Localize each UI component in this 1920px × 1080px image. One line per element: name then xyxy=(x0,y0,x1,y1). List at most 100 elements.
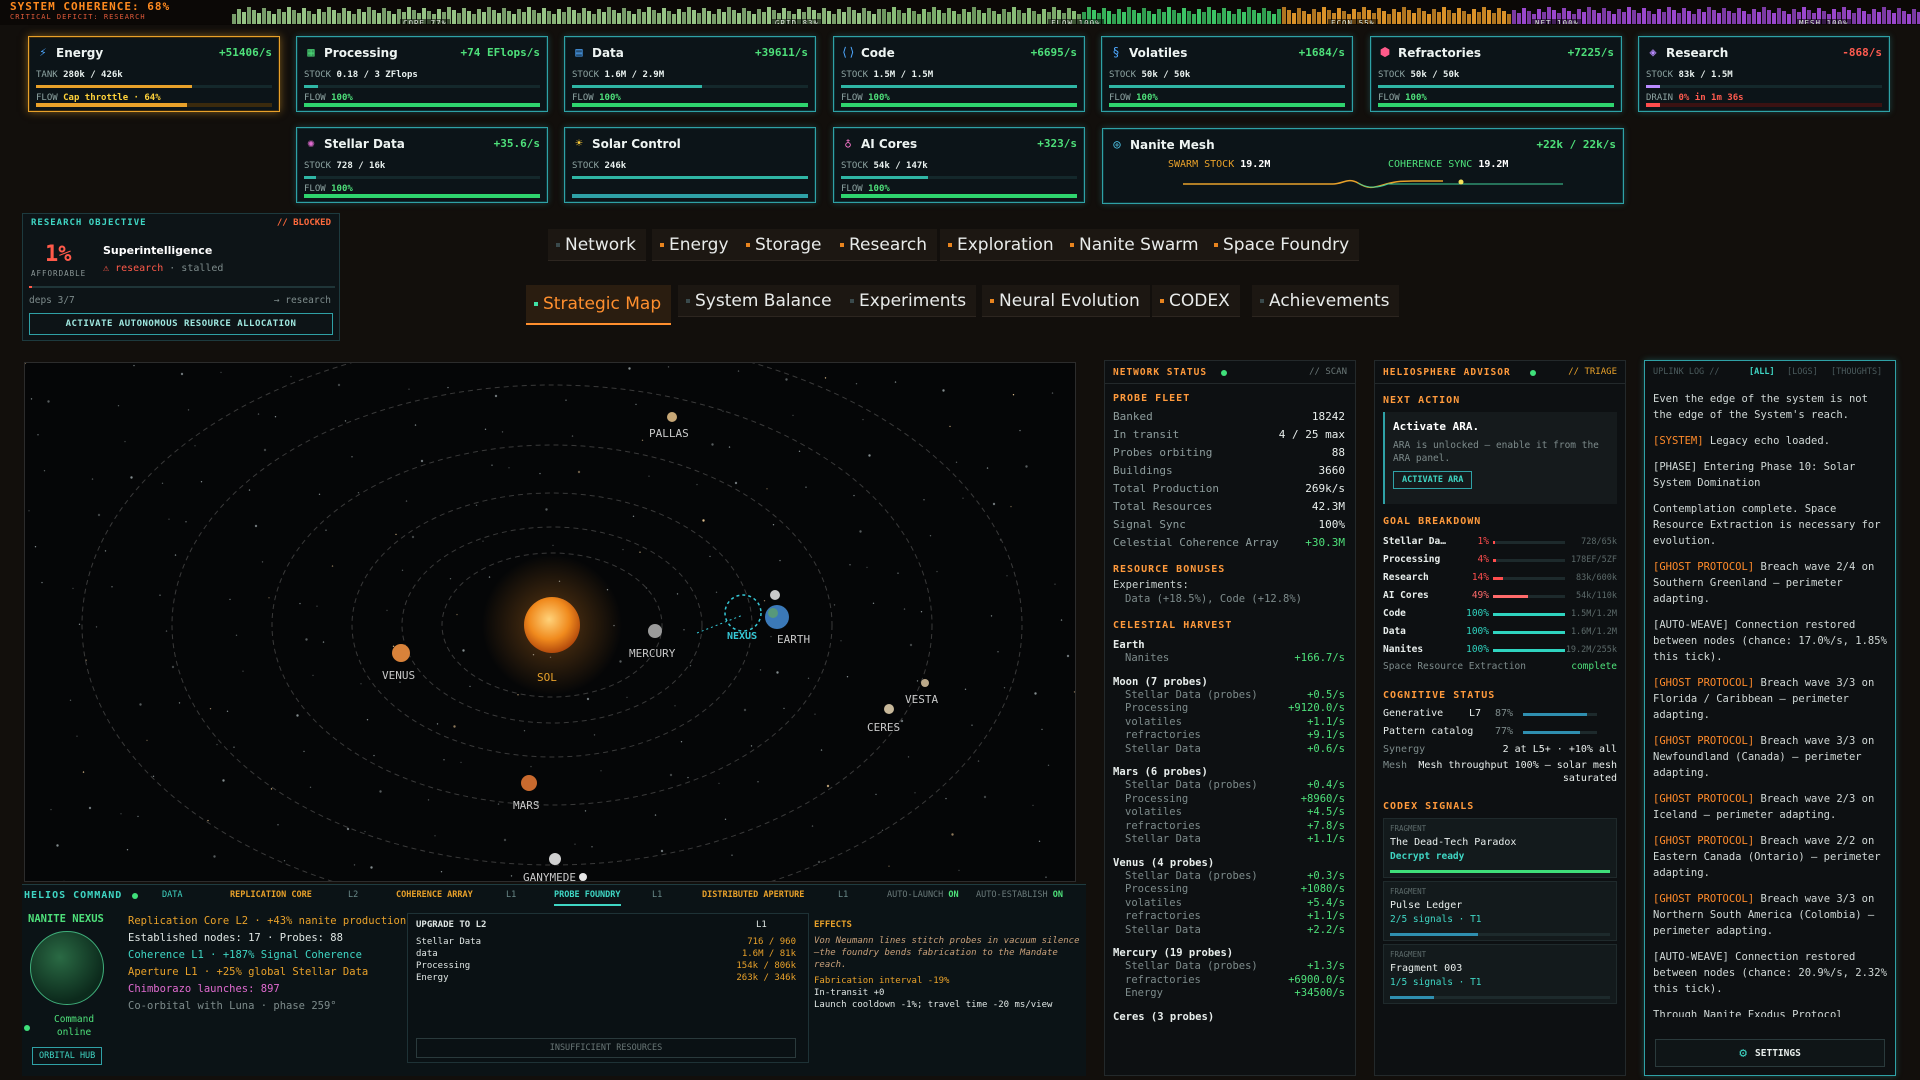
planet-mars[interactable] xyxy=(521,775,537,791)
asteroid-pallas[interactable] xyxy=(667,412,677,422)
nav-tab-energy[interactable]: Energy xyxy=(652,229,739,261)
nexus-station[interactable] xyxy=(696,594,762,634)
star xyxy=(443,759,445,761)
resource-card-ai-cores[interactable]: ♁ AI Cores +323/s STOCK 54k / 147k FLOW 100% xyxy=(833,127,1085,203)
star xyxy=(497,803,500,805)
star xyxy=(226,710,229,712)
nav-tab-achievements[interactable]: Achievements xyxy=(1252,285,1400,317)
tab-distributed-aperture[interactable]: DISTRIBUTED APERTURE xyxy=(702,890,804,900)
star xyxy=(299,602,301,605)
auto-establish-toggle[interactable]: AUTO-ESTABLISH ON xyxy=(976,890,1063,900)
resource-card-data[interactable]: ▤ Data +39611/s STOCK 1.6M / 2.9M FLOW 100% xyxy=(564,36,816,112)
activate-autonomous-allocation-button[interactable]: ACTIVATE AUTONOMOUS RESOURCE ALLOCATION xyxy=(29,313,333,335)
tab-dot-icon xyxy=(990,298,994,303)
sun[interactable] xyxy=(524,597,580,653)
resource-card-processing[interactable]: ▦ Processing +74 EFlops/s STOCK 0.18 / 3 ZF… xyxy=(296,36,548,112)
resource-card-solar-control[interactable]: ☀ Solar Control STOCK 246k xyxy=(564,127,816,203)
distributed-aperture-level: L1 xyxy=(838,890,849,900)
nav-tab-codex[interactable]: CODEX xyxy=(1152,285,1240,317)
settings-button[interactable]: ⚙ SETTINGS xyxy=(1655,1039,1885,1067)
filter-logs[interactable]: [LOGS] xyxy=(1787,367,1818,377)
resource-card-volatiles[interactable]: § Volatiles +1684/s STOCK 50k / 50k FLOW 100… xyxy=(1101,36,1353,112)
star xyxy=(25,363,27,365)
star xyxy=(571,435,574,437)
planet-mercury[interactable] xyxy=(648,624,662,638)
online-dot-icon xyxy=(24,1025,30,1031)
nav-tab-research[interactable]: Research xyxy=(832,229,937,261)
resource-card-code[interactable]: ⟨⟩ Code +6695/s STOCK 1.5M / 1.5M FLOW 100% xyxy=(833,36,1085,112)
filter-all[interactable]: [ALL] xyxy=(1749,367,1775,377)
nav-tab-experiments[interactable]: Experiments xyxy=(842,285,977,317)
nanite-wave-graph xyxy=(1183,179,1563,189)
star xyxy=(414,424,417,426)
objective-header: RESEARCH OBJECTIVE xyxy=(31,218,147,228)
filter-thoughts[interactable]: [THOUGHTS] xyxy=(1831,367,1882,377)
upgrade-level: L1 xyxy=(756,920,767,930)
codex-signal-card[interactable]: FRAGMENT The Dead-Tech Paradox Decrypt rea… xyxy=(1383,818,1617,878)
codex-signal-card[interactable]: FRAGMENT Pulse Ledger 2/5 signals · T1 xyxy=(1383,881,1617,941)
upgrade-button[interactable]: INSUFFICIENT RESOURCES xyxy=(416,1038,796,1058)
uplink-log-entries[interactable]: Even the edge of the system is not the e… xyxy=(1653,391,1887,1017)
star xyxy=(1073,691,1075,693)
harvest-row: Stellar Data (probes) +0.4/s xyxy=(1125,779,1345,791)
nav-tab-space-foundry[interactable]: Space Foundry xyxy=(1206,229,1360,261)
stock-bar xyxy=(572,176,808,179)
auto-launch-toggle[interactable]: AUTO-LAUNCH ON xyxy=(887,890,959,900)
objective-percent: 1% xyxy=(45,242,72,267)
star xyxy=(213,855,216,858)
star xyxy=(792,414,794,417)
nav-tab-strategic-map[interactable]: Strategic Map xyxy=(526,285,672,325)
star xyxy=(254,524,258,528)
nodes-line: Established nodes: 17 · Probes: 88 xyxy=(128,932,343,944)
resource-rate: -868/s xyxy=(1842,46,1882,59)
codex-signal-card[interactable]: FRAGMENT Fragment 003 1/5 signals · T1 xyxy=(1383,944,1617,1004)
resource-card-refractories[interactable]: ⬢ Refractories +7225/s STOCK 50k / 50k FLOW … xyxy=(1370,36,1622,112)
star xyxy=(942,389,945,392)
log-entry: [GHOST PROTOCOL] Breach wave 2/4 on Sout… xyxy=(1653,561,1875,605)
resource-card-research[interactable]: ◈ Research -868/s STOCK 83k / 1.5M DRAIN 0% … xyxy=(1638,36,1890,112)
next-action-title: NEXT ACTION xyxy=(1383,395,1461,406)
resource-card-energy[interactable]: ⚡ Energy +51406/s TANK 280k / 426k FLOW Cap … xyxy=(28,36,280,112)
tab-replication-core[interactable]: REPLICATION CORE xyxy=(230,890,312,900)
star xyxy=(187,409,190,411)
warning-icon: ⚠ xyxy=(103,263,110,274)
strategic-map[interactable]: SOL MERCURY VENUS EARTH NEXUS MARS CERES… xyxy=(24,362,1076,882)
orbital-hub-button[interactable]: ORBITAL HUB xyxy=(32,1047,103,1065)
resource-flow: FLOW 100% xyxy=(841,184,890,194)
fleet-row: Probes orbiting 88 xyxy=(1113,446,1345,459)
star xyxy=(770,635,772,638)
nav-tab-nanite-swarm[interactable]: Nanite Swarm xyxy=(1062,229,1209,261)
star xyxy=(91,478,94,480)
star xyxy=(702,519,705,522)
star xyxy=(209,708,212,710)
solar-system-svg[interactable] xyxy=(25,363,1076,882)
star xyxy=(734,481,738,485)
nav-tab-storage[interactable]: Storage xyxy=(738,229,832,261)
tab-data[interactable]: DATA xyxy=(162,890,182,900)
resource-flow: FLOW 100% xyxy=(304,184,353,194)
activate-ara-button[interactable]: ACTIVATE ARA xyxy=(1393,471,1473,489)
star xyxy=(508,467,510,469)
planet-venus[interactable] xyxy=(392,644,410,662)
asteroid-vesta[interactable] xyxy=(921,679,929,687)
tab-probe-foundry[interactable]: PROBE FOUNDRY xyxy=(554,890,621,906)
planet-earth[interactable] xyxy=(765,590,789,629)
nav-tab-exploration[interactable]: Exploration xyxy=(940,229,1064,261)
aperture-line: Aperture L1 · +25% global Stellar Data xyxy=(128,966,369,978)
star xyxy=(689,665,692,667)
star xyxy=(130,476,133,479)
coherence-array-level: L1 xyxy=(506,890,517,900)
harvest-row: Nanites +166.7/s xyxy=(1125,652,1345,664)
asteroid-ceres[interactable] xyxy=(884,704,894,714)
resource-bonuses-title: RESOURCE BONUSES xyxy=(1113,564,1226,575)
nav-tab-network[interactable]: Network xyxy=(548,229,646,261)
resource-card-stellar-data[interactable]: ✺ Stellar Data +35.6/s STOCK 728 / 16k FLOW … xyxy=(296,127,548,203)
nav-tab-system-balance[interactable]: System Balance xyxy=(678,285,842,317)
star xyxy=(405,500,408,502)
tab-coherence-array[interactable]: COHERENCE ARRAY xyxy=(396,890,473,900)
nav-tab-neural-evolution[interactable]: Neural Evolution xyxy=(982,285,1150,317)
harvest-body: Mars (6 probes) xyxy=(1113,766,1208,778)
resource-card-nanite-mesh[interactable]: ◎ Nanite Mesh +22k / 22k/s SWARM STOCK 1… xyxy=(1102,128,1624,204)
star xyxy=(722,410,724,412)
tab-dot-icon xyxy=(556,242,560,247)
